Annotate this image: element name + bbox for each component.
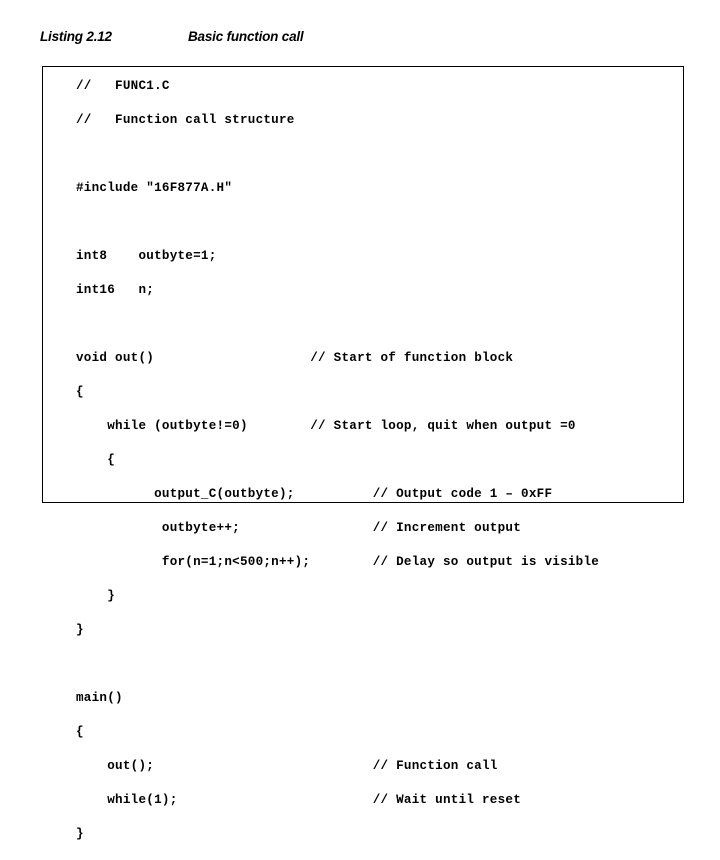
code-comment: // Start loop, quit when output =0 <box>310 419 576 433</box>
code-line: out(); // Function call <box>76 758 599 775</box>
code-line: } <box>76 588 599 605</box>
code-line: for(n=1;n<500;n++); // Delay so output i… <box>76 554 599 571</box>
code-statement: { <box>76 453 116 467</box>
code-line <box>76 214 599 231</box>
code-comment: // Start of function block <box>310 351 514 365</box>
code-statement <box>76 215 84 229</box>
code-line: } <box>76 826 599 843</box>
code-line <box>76 146 599 163</box>
code-listing-text: // FUNC1.C // Function call structure #i… <box>76 78 599 860</box>
code-statement: #include "16F877A.H" <box>76 181 233 195</box>
code-comment: // Delay so output is visible <box>372 555 600 569</box>
code-statement: output_C(outbyte); <box>76 487 373 501</box>
code-line: int16 n; <box>76 282 599 299</box>
code-statement: void out() <box>76 351 311 365</box>
code-line: #include "16F877A.H" <box>76 180 599 197</box>
code-statement <box>76 657 84 671</box>
code-line: } <box>76 622 599 639</box>
code-statement: while(1); <box>76 793 373 807</box>
code-statement: out(); <box>76 759 373 773</box>
code-line: while (outbyte!=0) // Start loop, quit w… <box>76 418 599 435</box>
listing-page: Listing 2.12 Basic function call // FUNC1… <box>0 0 720 841</box>
code-comment: // Wait until reset <box>372 793 522 807</box>
code-statement: main() <box>76 691 123 705</box>
code-line: // Function call structure <box>76 112 599 129</box>
code-statement <box>76 147 84 161</box>
code-statement: while (outbyte!=0) <box>76 419 311 433</box>
code-line <box>76 316 599 333</box>
code-line: main() <box>76 690 599 707</box>
code-statement: // FUNC1.C <box>76 79 170 93</box>
code-statement: // Function call structure <box>76 113 295 127</box>
code-statement <box>76 317 84 331</box>
code-comment: // Function call <box>372 759 498 773</box>
code-comment: // Output code 1 – 0xFF <box>372 487 553 501</box>
code-statement: for(n=1;n<500;n++); <box>76 555 373 569</box>
code-line: { <box>76 724 599 741</box>
code-statement: } <box>76 589 116 603</box>
code-line: output_C(outbyte); // Output code 1 – 0x… <box>76 486 599 503</box>
code-statement: { <box>76 725 84 739</box>
code-statement: int8 outbyte=1; <box>76 249 217 263</box>
listing-title-label: Basic function call <box>188 29 304 44</box>
code-listing-box: // FUNC1.C // Function call structure #i… <box>42 66 684 841</box>
code-line: { <box>76 452 599 469</box>
listing-number-label: Listing 2.12 <box>40 29 112 44</box>
code-line: while(1); // Wait until reset <box>76 792 599 809</box>
code-statement: } <box>76 623 84 637</box>
code-line: // FUNC1.C <box>76 78 599 95</box>
code-line <box>76 656 599 673</box>
code-statement: int16 n; <box>76 283 155 297</box>
listing-header: Listing 2.12 Basic function call <box>40 28 304 46</box>
code-line: outbyte++; // Increment output <box>76 520 599 537</box>
code-comment: // Increment output <box>372 521 522 535</box>
code-statement: outbyte++; <box>76 521 373 535</box>
code-statement: { <box>76 385 84 399</box>
code-line: { <box>76 384 599 401</box>
code-statement: } <box>76 827 84 841</box>
code-line: void out() // Start of function block <box>76 350 599 367</box>
code-line: int8 outbyte=1; <box>76 248 599 265</box>
